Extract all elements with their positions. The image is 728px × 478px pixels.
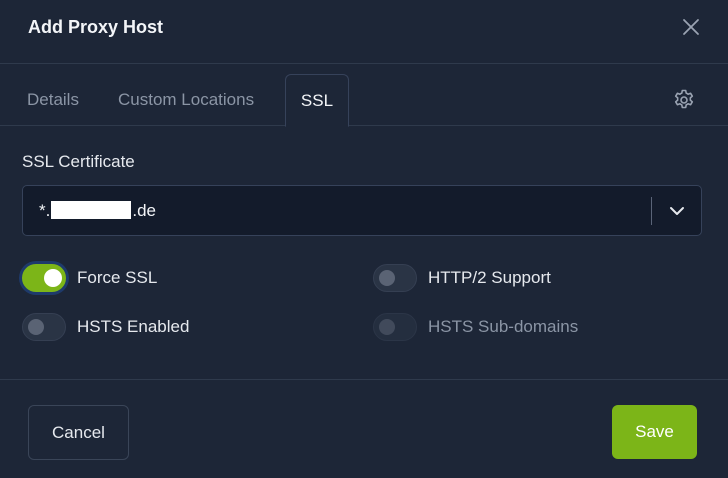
cancel-button[interactable]: Cancel	[28, 405, 129, 460]
hsts-subdomains-switch	[373, 313, 417, 341]
switch-knob	[379, 319, 395, 335]
http2-support-label: HTTP/2 Support	[428, 268, 551, 287]
close-button[interactable]	[678, 14, 704, 40]
certificate-prefix: *.	[39, 201, 51, 220]
http2-support-toggle[interactable]: HTTP/2 Support	[373, 262, 551, 294]
dropdown-toggle[interactable]	[667, 201, 687, 221]
hsts-subdomains-toggle: HSTS Sub-domains	[373, 311, 578, 343]
tab-bar: Details Custom Locations SSL	[0, 64, 728, 127]
hsts-enabled-toggle[interactable]: HSTS Enabled	[22, 311, 189, 343]
close-icon	[683, 19, 699, 35]
select-divider	[651, 197, 652, 225]
ssl-certificate-value: *. .de	[39, 186, 156, 235]
add-proxy-host-dialog: Add Proxy Host Details Custom Locations …	[0, 0, 728, 478]
hsts-enabled-label: HSTS Enabled	[77, 317, 190, 336]
gear-icon	[674, 89, 694, 109]
advanced-settings-button[interactable]	[672, 88, 696, 112]
chevron-down-icon	[670, 207, 684, 215]
tab-custom-locations[interactable]: Custom Locations	[118, 74, 254, 126]
tab-details[interactable]: Details	[27, 74, 79, 126]
switch-knob	[28, 319, 44, 335]
hsts-enabled-switch[interactable]	[22, 313, 66, 341]
save-button[interactable]: Save	[612, 405, 697, 459]
http2-support-switch[interactable]	[373, 264, 417, 292]
hsts-subdomains-label: HSTS Sub-domains	[428, 317, 579, 336]
dialog-title: Add Proxy Host	[28, 17, 164, 37]
dialog-footer: Cancel Save	[0, 379, 728, 478]
switch-knob	[44, 269, 62, 287]
dialog-header: Add Proxy Host	[0, 0, 728, 64]
force-ssl-label: Force SSL	[77, 268, 158, 287]
certificate-suffix: .de	[132, 201, 156, 220]
force-ssl-switch[interactable]	[22, 264, 66, 292]
redacted-domain	[51, 201, 132, 219]
ssl-certificate-label: SSL Certificate	[22, 152, 135, 171]
tab-ssl[interactable]: SSL	[285, 74, 349, 127]
ssl-certificate-select[interactable]: *. .de	[22, 185, 702, 236]
switch-knob	[379, 270, 395, 286]
force-ssl-toggle[interactable]: Force SSL	[22, 262, 157, 294]
